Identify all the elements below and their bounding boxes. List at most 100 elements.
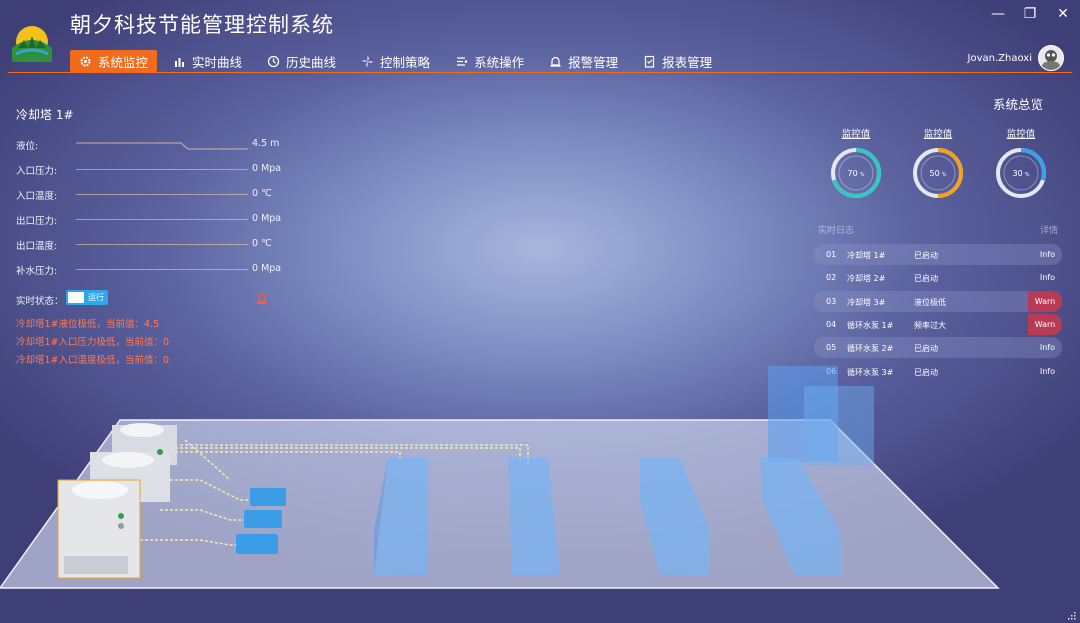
nav-tab[interactable]: 报表管理	[634, 50, 721, 72]
log-status: 已启动	[914, 344, 938, 354]
minimize-button[interactable]: —	[989, 6, 1007, 22]
nav-tab[interactable]: 实时曲线	[164, 50, 251, 72]
log-no: 01	[826, 250, 837, 259]
restore-button[interactable]: ❐	[1021, 6, 1039, 22]
pipe-network	[140, 439, 529, 546]
monitor-gauge: 监控值 50%	[910, 126, 966, 198]
alert-message: 冷却塔1#入口压力极低，当前值：0	[16, 337, 170, 348]
floor-plane	[0, 419, 1000, 589]
log-status: 液位极低	[914, 297, 946, 307]
param-trend-line	[76, 169, 248, 170]
param-value: 0 Mpa	[252, 163, 282, 174]
log-device: 循环水泵 3#	[847, 367, 894, 377]
alarm-icon[interactable]	[256, 291, 268, 305]
nav-tab-label: 报警管理	[568, 54, 619, 70]
resize-grip-icon[interactable]	[1066, 610, 1076, 620]
status-label: 实时状态：	[16, 296, 64, 307]
app-title: 朝夕科技节能管理控制系统	[70, 13, 334, 37]
nav-tab-label: 系统监控	[98, 54, 149, 70]
operation-icon	[455, 55, 468, 68]
log-row[interactable]: 01 冷却塔 1# 已启动 Info	[814, 244, 1062, 265]
gauge-value: 50%	[929, 169, 947, 178]
circulation-pump	[236, 488, 286, 554]
alert-message: 冷却塔1#液位极低，当前值：4.5	[16, 319, 160, 330]
log-device: 冷却塔 3#	[847, 297, 886, 307]
gauge-label: 监控值	[841, 129, 871, 140]
nav-tab-label: 实时曲线	[192, 54, 243, 70]
nav-tab[interactable]: 控制策略	[352, 50, 439, 72]
cooling-tower	[57, 479, 141, 579]
water-tank	[508, 458, 560, 575]
log-row[interactable]: 06 循环水泵 3# 已启动 Info	[814, 361, 1062, 382]
log-level: Info	[1039, 250, 1055, 259]
log-row[interactable]: 05 循环水泵 2# 已启动 Info	[814, 337, 1062, 359]
nav-tab[interactable]: 报警管理	[540, 50, 627, 72]
param-label: 入口压力:	[16, 166, 58, 177]
log-status: 已启动	[914, 367, 938, 377]
log-header-left: 实时日志	[818, 226, 855, 236]
param-value: 0 ℃	[252, 238, 272, 249]
log-no: 03	[826, 296, 837, 306]
bar-chart-icon	[173, 55, 186, 68]
param-value: 0 Mpa	[252, 213, 282, 224]
alarm-icon	[549, 55, 562, 68]
gauge-value: 70%	[847, 169, 865, 178]
gauge-label: 监控值	[1006, 129, 1036, 140]
nav-tab-label: 报表管理	[662, 54, 713, 70]
run-status-toggle[interactable]: 运行	[66, 290, 108, 305]
gear-icon	[79, 55, 92, 68]
toggle-knob	[68, 292, 84, 303]
log-status: 频率过大	[914, 320, 946, 330]
fan-icon	[361, 55, 374, 68]
log-no: 06	[826, 366, 837, 376]
nav-tab-label: 历史曲线	[286, 54, 337, 70]
log-level: Info	[1039, 343, 1055, 353]
param-label: 出口压力:	[16, 216, 58, 227]
log-status: 已启动	[914, 274, 938, 284]
param-row: 出口压力: 0 Mpa	[16, 213, 296, 227]
nav-tab[interactable]: 历史曲线	[258, 50, 345, 72]
water-tank	[374, 458, 428, 575]
overview-title: 系统总览	[993, 97, 1044, 112]
log-header-right: 详情	[1040, 226, 1059, 236]
log-no: 04	[826, 319, 837, 329]
log-row[interactable]: 04 循环水泵 1# 频率过大 Warn	[814, 313, 1062, 335]
param-value: 4.5 m	[252, 138, 280, 149]
log-device: 循环水泵 2#	[847, 344, 894, 354]
log-no: 02	[826, 273, 837, 283]
log-device: 冷却塔 1#	[847, 251, 886, 260]
cooling-tower	[112, 423, 177, 465]
param-trend-line	[76, 269, 248, 270]
param-row: 出口温度: 0 ℃	[16, 238, 296, 252]
avatar[interactable]	[1038, 45, 1064, 71]
gauge-value: 30%	[1012, 169, 1030, 178]
log-row[interactable]: 03 冷却塔 3# 液位极低 Warn	[814, 290, 1062, 312]
main-nav: 系统监控 实时曲线 历史曲线 控制策略 系统操作 报警管理 报表管理	[70, 50, 728, 72]
history-icon	[267, 55, 280, 68]
device-title: 冷却塔 1#	[16, 108, 74, 122]
param-label: 补水压力:	[16, 266, 58, 277]
nav-tab[interactable]: 系统操作	[446, 50, 533, 72]
param-row: 入口压力: 0 Mpa	[16, 163, 296, 177]
log-row[interactable]: 02 冷却塔 2# 已启动 Info	[814, 267, 1062, 288]
param-label: 入口温度:	[16, 191, 58, 202]
param-value: 0 ℃	[252, 188, 272, 199]
report-icon	[643, 55, 656, 68]
param-row: 补水压力: 0 Mpa	[16, 263, 296, 277]
monitor-gauge: 监控值 70%	[828, 126, 884, 198]
log-device: 冷却塔 2#	[847, 274, 886, 284]
nav-tab[interactable]: 系统监控	[70, 50, 158, 72]
user-name[interactable]: Jovan.Zhaoxi	[968, 53, 1032, 64]
alert-message: 冷却塔1#入口温度极低，当前值：0	[16, 355, 170, 366]
log-level-badge: Warn	[1028, 290, 1062, 312]
log-no: 05	[826, 343, 837, 353]
param-trend-line	[76, 142, 248, 150]
param-trend-line	[76, 244, 248, 245]
close-button[interactable]: ✕	[1054, 6, 1072, 22]
param-row: 入口温度: 0 ℃	[16, 188, 296, 202]
log-level: Info	[1039, 273, 1055, 283]
param-label: 液位:	[16, 141, 39, 152]
param-value: 0 Mpa	[252, 263, 282, 274]
gauge-label: 监控值	[923, 129, 953, 140]
glass-box	[804, 386, 874, 466]
